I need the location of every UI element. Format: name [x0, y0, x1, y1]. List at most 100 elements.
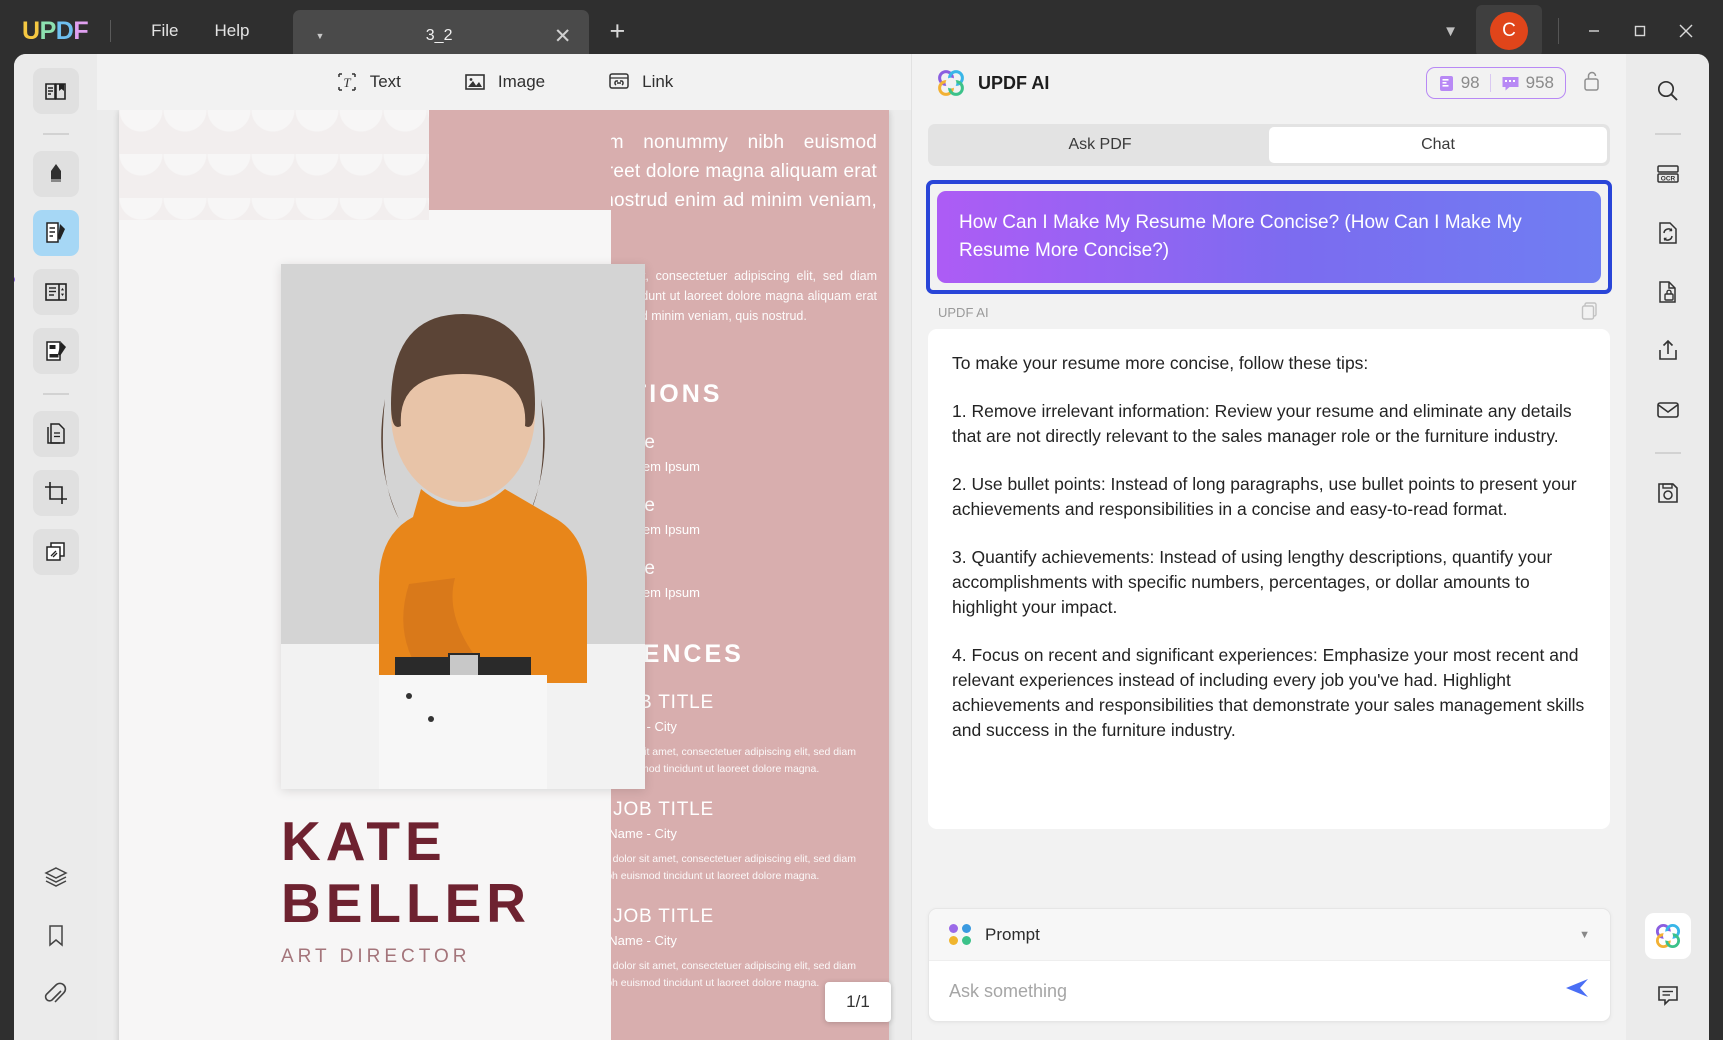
updf-ai-panel: UPDF AI 98	[911, 54, 1626, 1040]
menu-help[interactable]: Help	[197, 15, 268, 47]
logo-letter-d: D	[56, 17, 74, 46]
left-toolbar	[14, 54, 97, 1040]
maximize-button[interactable]	[1617, 11, 1663, 51]
caret-down-icon[interactable]: ▼	[1579, 929, 1590, 941]
answer-paragraph: 2. Use bullet points: Instead of long pa…	[952, 472, 1586, 522]
chevron-down-icon[interactable]: ▼	[1429, 15, 1472, 48]
sidebar-item-annotate[interactable]	[33, 328, 79, 374]
prompt-composer: Prompt ▼	[928, 908, 1611, 1022]
edit-toolbar: T Text Image Li	[97, 54, 911, 110]
tab-chat[interactable]: Chat	[1269, 127, 1607, 163]
sidebar-item-reader[interactable]	[33, 68, 79, 114]
user-question-bubble[interactable]: How Can I Make My Resume More Concise? (…	[937, 191, 1601, 283]
compare-pages-icon	[43, 539, 69, 565]
toolbar-text-label: Text	[370, 72, 401, 92]
sidebar-item-crop[interactable]	[33, 470, 79, 516]
paperclip-icon	[43, 982, 69, 1008]
ai-panel-title: UPDF AI	[978, 73, 1049, 94]
sidebar-item-layers[interactable]	[33, 854, 79, 900]
sidebar-item-organize-pages[interactable]	[33, 269, 79, 315]
sidebar-item-updf-ai[interactable]	[1645, 913, 1691, 959]
answer-author-label: UPDF AI	[938, 305, 1626, 320]
sidebar-item-highlight[interactable]	[33, 151, 79, 197]
ai-credits-badge[interactable]: 98 958	[1426, 67, 1566, 99]
decorative-pink-top	[429, 110, 611, 210]
layers-icon	[43, 864, 69, 890]
page-organize-icon	[43, 279, 69, 305]
sidebar-item-protect[interactable]	[1645, 269, 1691, 315]
ask-input[interactable]	[949, 981, 1564, 1002]
sidebar-item-email[interactable]	[1645, 387, 1691, 433]
rail-divider-1	[43, 133, 69, 135]
page-indicator: 1/1	[825, 982, 891, 1022]
tab-dropdown-icon[interactable]: ▼	[315, 31, 324, 41]
new-tab-button[interactable]: +	[609, 16, 625, 47]
ocr-icon: OCR	[1655, 161, 1681, 187]
mail-icon	[1655, 397, 1681, 423]
logo-letter-f: F	[73, 17, 88, 46]
ask-input-row	[929, 961, 1610, 1021]
chat-credits: 958	[1501, 73, 1554, 93]
menu-file[interactable]: File	[133, 15, 196, 47]
question-selection-frame[interactable]: How Can I Make My Resume More Concise? (…	[926, 180, 1612, 294]
toolbar-link-tool[interactable]: Link	[607, 70, 673, 94]
credits-divider	[1490, 74, 1491, 92]
bookmark-icon	[43, 923, 69, 949]
copy-icon[interactable]	[1580, 301, 1600, 326]
search-icon	[1655, 78, 1681, 104]
sidebar-item-bookmarks[interactable]	[33, 913, 79, 959]
sidebar-item-convert[interactable]	[33, 411, 79, 457]
decorative-scallops	[119, 110, 439, 220]
chat-credit-icon	[1501, 75, 1520, 92]
sidebar-item-convert-file[interactable]	[1645, 210, 1691, 256]
resume-photo	[281, 264, 645, 789]
lock-document-icon	[1655, 279, 1681, 305]
tab-ask-pdf[interactable]: Ask PDF	[931, 127, 1269, 163]
comment-icon	[1655, 982, 1681, 1008]
sidebar-item-attachments[interactable]	[33, 972, 79, 1018]
crop-icon	[43, 480, 69, 506]
account-button[interactable]: C	[1476, 5, 1542, 57]
document-viewer: T Text Image Li	[97, 54, 911, 1040]
sidebar-item-edit-pdf[interactable]	[33, 210, 79, 256]
document-credit-icon	[1438, 75, 1455, 92]
sidebar-item-save[interactable]	[1645, 470, 1691, 516]
send-icon[interactable]	[1564, 977, 1590, 1005]
titlebar-divider-2	[1558, 18, 1559, 44]
active-tool-marker	[14, 276, 15, 283]
answer-paragraph: 4. Focus on recent and significant exper…	[952, 643, 1586, 743]
four-dots-icon	[949, 924, 971, 946]
toolbar-image-tool[interactable]: Image	[463, 70, 545, 94]
unlock-icon[interactable]	[1582, 70, 1602, 97]
close-button[interactable]	[1663, 11, 1709, 51]
save-disk-icon	[1655, 480, 1681, 506]
toolbar-text-tool[interactable]: T Text	[335, 70, 401, 94]
updf-ai-flower-icon	[936, 68, 966, 98]
annotate-icon	[43, 338, 69, 364]
sidebar-item-compare[interactable]	[33, 529, 79, 575]
answer-paragraph: To make your resume more concise, follow…	[952, 351, 1586, 376]
app-body: T Text Image Li	[14, 54, 1709, 1040]
pdf-page[interactable]: elit, sed diam nonummy nibh euismod tinc…	[119, 110, 889, 1040]
titlebar-divider	[110, 20, 111, 42]
sidebar-item-search[interactable]	[1645, 68, 1691, 114]
sidebar-item-share[interactable]	[1645, 328, 1691, 374]
resume-first-name: KATE	[281, 810, 531, 872]
image-tool-icon	[463, 70, 487, 94]
svg-text:OCR: OCR	[1660, 176, 1675, 183]
right-rail-divider-1	[1655, 133, 1681, 135]
logo-letter-u: U	[22, 17, 40, 46]
answer-paragraph: 3. Quantify achievements: Instead of usi…	[952, 545, 1586, 620]
updf-ai-flower-icon	[1654, 922, 1682, 950]
minimize-button[interactable]	[1571, 11, 1617, 51]
prompt-selector-row[interactable]: Prompt ▼	[929, 909, 1610, 961]
sidebar-item-ocr[interactable]: OCR	[1645, 151, 1691, 197]
answer-paragraph: 1. Remove irrelevant information: Review…	[952, 399, 1586, 449]
tab-close-icon[interactable]: ✕	[554, 24, 572, 49]
page-scroll-area[interactable]: elit, sed diam nonummy nibh euismod tinc…	[97, 110, 911, 1040]
chat-credits-count: 958	[1526, 73, 1554, 93]
avatar: C	[1490, 12, 1528, 50]
sidebar-item-comments[interactable]	[1645, 972, 1691, 1018]
ai-answer-card: To make your resume more concise, follow…	[928, 329, 1610, 829]
resume-name-block: KATE BELLER ART DIRECTOR	[281, 810, 531, 968]
